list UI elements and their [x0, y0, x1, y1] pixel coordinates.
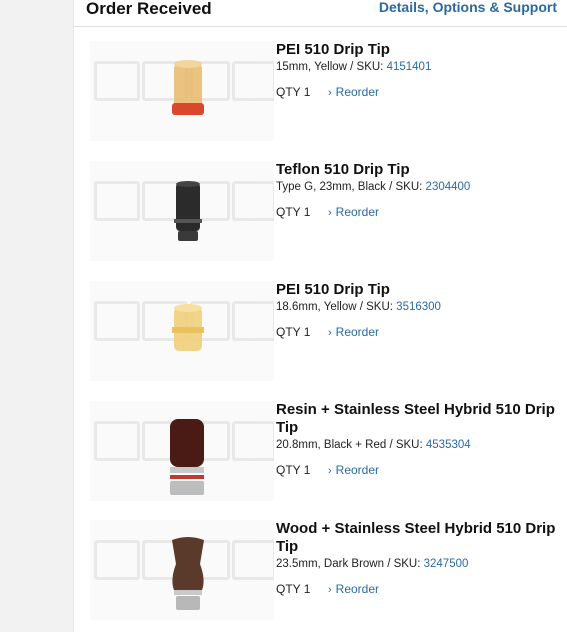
product-image[interactable] [90, 161, 274, 261]
drip-tip-base [176, 596, 200, 610]
sku-link[interactable]: 3247500 [424, 558, 469, 570]
product-image[interactable] [90, 401, 274, 501]
drip-tip-band [172, 103, 204, 115]
order-item: Resin + Stainless Steel Hybrid 510 Drip … [88, 401, 558, 511]
sku-link[interactable]: 4151401 [387, 61, 432, 73]
product-spec: 18.6mm, Yellow / SKU: 3516300 [276, 301, 441, 313]
reorder-link[interactable]: › Reorder [328, 205, 379, 219]
chevron-right-icon: › [328, 87, 332, 99]
sku-link[interactable]: 3516300 [396, 301, 441, 313]
reorder-link[interactable]: › Reorder [328, 85, 379, 99]
product-spec: 23.5mm, Dark Brown / SKU: 3247500 [276, 558, 469, 570]
drip-tip-body [170, 419, 204, 467]
drip-tip-ring [170, 475, 204, 479]
product-name[interactable]: Wood + Stainless Steel Hybrid 510 Drip T… [276, 520, 556, 556]
product-name[interactable]: Teflon 510 Drip Tip [276, 161, 556, 179]
sku-link[interactable]: 2304400 [426, 181, 471, 193]
drip-tip-body [172, 537, 204, 590]
page-title: Order Received [86, 0, 212, 18]
chevron-right-icon: › [328, 327, 332, 339]
reorder-link[interactable]: › Reorder [328, 463, 379, 477]
product-spec: 20.8mm, Black + Red / SKU: 4535304 [276, 439, 471, 451]
details-options-support-link[interactable]: Details, Options & Support [379, 0, 557, 15]
chevron-right-icon: › [328, 465, 332, 477]
quantity-label: QTY 1 [276, 325, 311, 339]
chevron-right-icon: › [328, 207, 332, 219]
drip-tip-band [172, 327, 204, 333]
quantity-label: QTY 1 [276, 463, 311, 477]
product-name[interactable]: PEI 510 Drip Tip [276, 281, 556, 299]
drip-tip-top [174, 304, 202, 312]
drip-tip-band [174, 219, 202, 223]
drip-tip-band [170, 467, 204, 473]
quantity-label: QTY 1 [276, 205, 311, 219]
drip-tip-top [174, 60, 202, 68]
drip-tip-body [176, 183, 200, 231]
order-item: PEI 510 Drip Tip 15mm, Yellow / SKU: 415… [88, 41, 558, 151]
product-image[interactable] [90, 520, 274, 620]
product-spec: 15mm, Yellow / SKU: 4151401 [276, 61, 432, 73]
quantity-label: QTY 1 [276, 85, 311, 99]
chevron-right-icon: › [328, 584, 332, 596]
left-gutter [0, 0, 74, 632]
reorder-link[interactable]: › Reorder [328, 582, 379, 596]
order-header: Order Received Details, Options & Suppor… [74, 0, 567, 27]
drip-tip-top [176, 181, 200, 187]
product-spec: Type G, 23mm, Black / SKU: 2304400 [276, 181, 471, 193]
product-image[interactable] [90, 281, 274, 381]
product-name[interactable]: PEI 510 Drip Tip [276, 41, 556, 59]
drip-tip-base [170, 481, 204, 495]
product-image[interactable] [90, 41, 274, 141]
product-name[interactable]: Resin + Stainless Steel Hybrid 510 Drip … [276, 401, 556, 437]
order-item: Teflon 510 Drip Tip Type G, 23mm, Black … [88, 161, 558, 271]
quantity-label: QTY 1 [276, 582, 311, 596]
order-item: Wood + Stainless Steel Hybrid 510 Drip T… [88, 520, 558, 630]
drip-tip-base [178, 231, 198, 241]
drip-tip-band [174, 590, 202, 595]
sku-link[interactable]: 4535304 [426, 439, 471, 451]
order-item: PEI 510 Drip Tip 18.6mm, Yellow / SKU: 3… [88, 281, 558, 391]
reorder-link[interactable]: › Reorder [328, 325, 379, 339]
